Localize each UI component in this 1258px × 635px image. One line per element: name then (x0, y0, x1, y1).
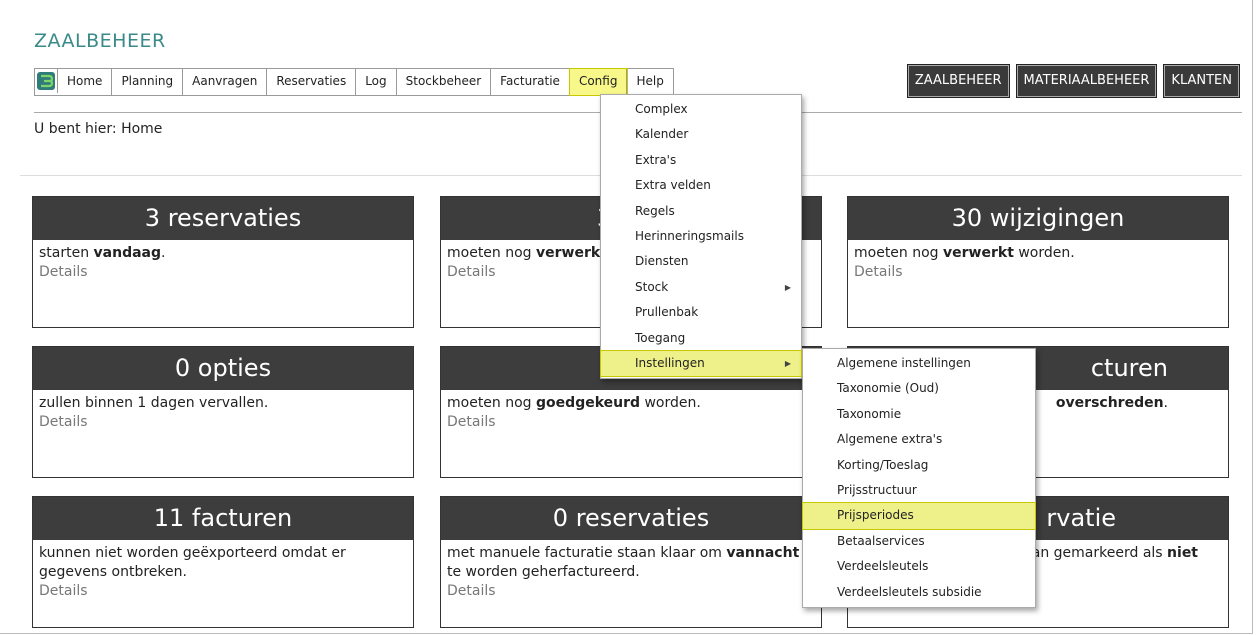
card-opties: 0 opties zullen binnen 1 dagen vervallen… (32, 346, 414, 478)
zaalbeheer-button[interactable]: ZAALBEHEER (906, 64, 1010, 98)
config-item-toegang[interactable]: Toegang (601, 326, 801, 351)
card-herfacturatie: 0 reservaties met manuele facturatie sta… (440, 496, 822, 628)
instellingen-item-betaalservices[interactable]: Betaalservices (803, 529, 1035, 554)
instellingen-item-taxonomie-oud[interactable]: Taxonomie (Oud) (803, 376, 1035, 401)
instellingen-item-verdeelsleutels-subsidie[interactable]: Verdeelsleutels subsidie (803, 580, 1035, 605)
card-title: 0 reservaties (441, 497, 821, 540)
config-item-complex[interactable]: Complex (601, 97, 801, 122)
menu-facturatie[interactable]: Facturatie (491, 69, 570, 95)
config-item-herinneringsmails[interactable]: Herinneringsmails (601, 224, 801, 249)
config-item-stock[interactable]: Stock ▶ (601, 275, 801, 300)
config-item-kalender[interactable]: Kalender (601, 122, 801, 147)
instellingen-submenu: Algemene instellingen Taxonomie (Oud) Ta… (802, 348, 1036, 608)
card-details-link[interactable]: Details (33, 582, 413, 601)
menu-home[interactable]: Home (58, 69, 113, 95)
card-wijzigingen: 30 wijzigingen moeten nog verwerkt worde… (847, 196, 1229, 328)
klanten-button[interactable]: KLANTEN (1163, 64, 1240, 98)
card-description: met manuele facturatie staan klaar om va… (447, 545, 800, 580)
card-title: 0 opties (33, 347, 413, 390)
config-item-instellingen[interactable]: Instellingen ▶ (600, 349, 802, 378)
breadcrumb: U bent hier: Home (34, 121, 163, 137)
module-switcher: ZAALBEHEER MATERIAALBEHEER KLANTEN (906, 64, 1240, 98)
menu-help[interactable]: Help (627, 69, 672, 95)
card-description: kunnen niet worden geëxporteerd omdat er… (39, 545, 346, 580)
instellingen-item-algemene-instellingen[interactable]: Algemene instellingen (803, 351, 1035, 376)
card-facturen-export: 11 facturen kunnen niet worden geëxporte… (32, 496, 414, 628)
menu-planning[interactable]: Planning (112, 69, 184, 95)
card-description: zullen binnen 1 dagen vervallen. (39, 395, 269, 411)
card-details-link[interactable]: Details (33, 413, 413, 432)
config-dropdown: Complex Kalender Extra's Extra velden Re… (600, 94, 802, 380)
instellingen-item-korting-toeslag[interactable]: Korting/Toeslag (803, 453, 1035, 478)
card-reservaties-today: 3 reservaties starten vandaag. Details (32, 196, 414, 328)
instellingen-item-algemene-extras[interactable]: Algemene extra's (803, 427, 1035, 452)
menu-stockbeheer[interactable]: Stockbeheer (397, 69, 492, 95)
card-details-link[interactable]: Details (441, 582, 821, 601)
card-title: 3 reservaties (33, 197, 413, 240)
instellingen-item-prijsstructuur[interactable]: Prijsstructuur (803, 478, 1035, 503)
instellingen-item-prijsperiodes[interactable]: Prijsperiodes (802, 502, 1036, 530)
main-menu: Home Planning Aanvragen Reservaties Log … (34, 68, 674, 96)
app-logo-icon[interactable] (35, 69, 58, 93)
card-title: 30 wijzigingen (848, 197, 1228, 240)
config-item-extras[interactable]: Extra's (601, 148, 801, 173)
instellingen-item-verdeelsleutels[interactable]: Verdeelsleutels (803, 554, 1035, 579)
submenu-arrow-icon: ▶ (784, 358, 791, 368)
menu-config[interactable]: Config (568, 68, 629, 96)
materiaalbeheer-button[interactable]: MATERIAALBEHEER (1015, 64, 1158, 98)
instellingen-item-taxonomie[interactable]: Taxonomie (803, 402, 1035, 427)
card-description: moeten nog goedgekeurd worden. (447, 395, 701, 411)
card-details-link[interactable]: Details (848, 263, 1228, 282)
card-description: moeten nog verwerkt worden. (854, 245, 1075, 261)
config-item-prullenbak[interactable]: Prullenbak (601, 300, 801, 325)
menu-log[interactable]: Log (356, 69, 397, 95)
card-title: 11 facturen (33, 497, 413, 540)
app-title: ZAALBEHEER (34, 30, 166, 52)
card-description: starten vandaag. (39, 245, 166, 261)
submenu-arrow-icon: ▶ (784, 282, 791, 292)
card-details-link[interactable]: Details (441, 413, 821, 432)
menu-reservaties[interactable]: Reservaties (267, 69, 357, 95)
menu-aanvragen[interactable]: Aanvragen (183, 69, 268, 95)
card-details-link[interactable]: Details (33, 263, 413, 282)
config-item-regels[interactable]: Regels (601, 199, 801, 224)
config-item-extra-velden[interactable]: Extra velden (601, 173, 801, 198)
config-item-diensten[interactable]: Diensten (601, 249, 801, 274)
